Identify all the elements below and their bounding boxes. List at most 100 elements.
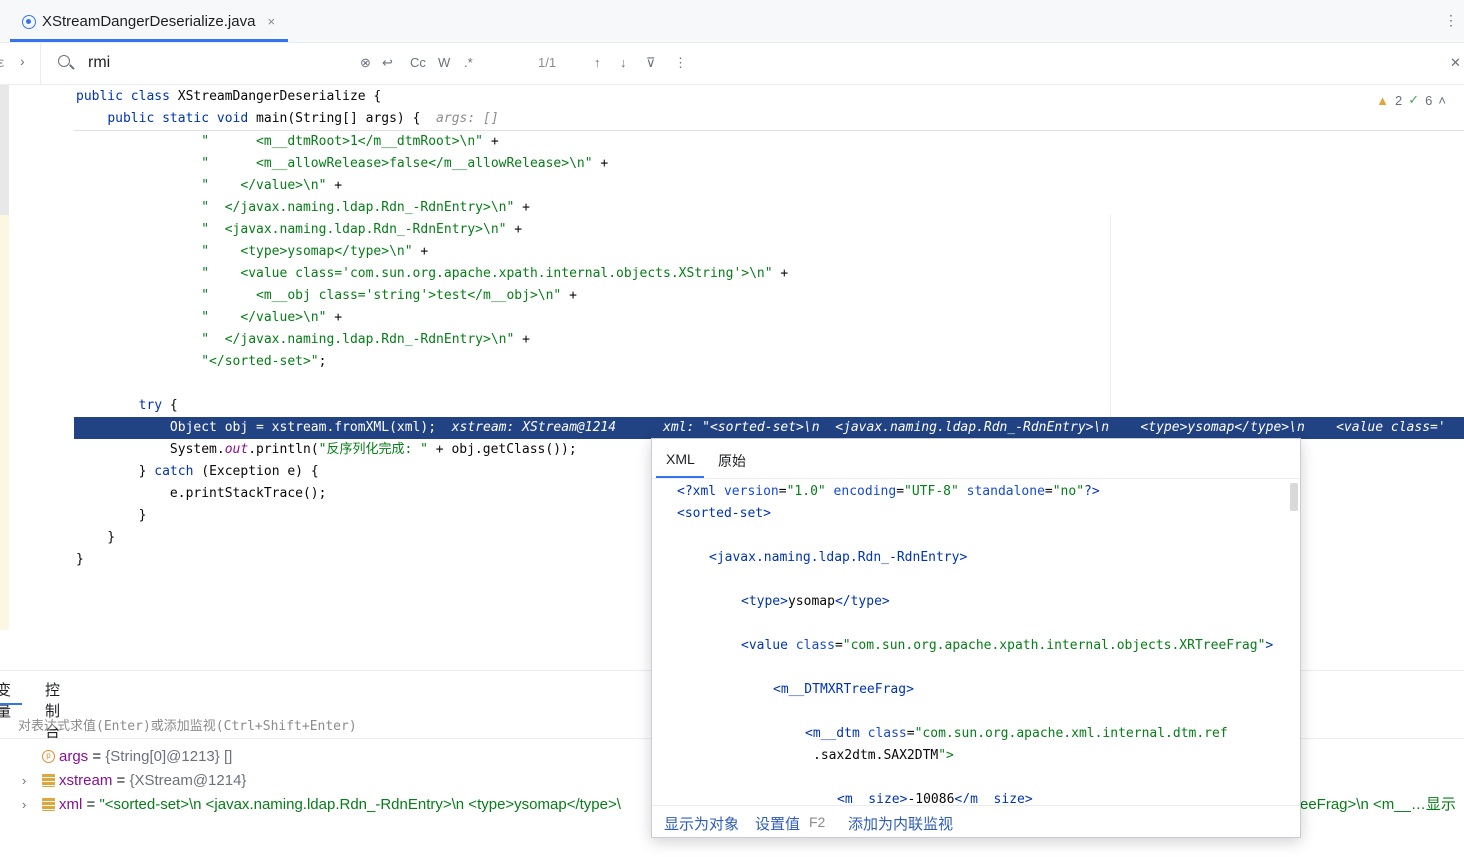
code-line[interactable]: 86 xyxy=(74,373,1464,395)
code-text: public class XStreamDangerDeserialize { xyxy=(76,89,382,104)
active-tab-indicator xyxy=(10,39,288,42)
variable-value: {XStream@1214} xyxy=(129,772,247,789)
expand-chevron-icon[interactable]: › xyxy=(22,769,26,793)
tab-more-icon[interactable]: ⋮ xyxy=(1444,12,1458,29)
code-text: } xyxy=(76,530,116,545)
code-line[interactable]: 78 " </javax.naming.ldap.Rdn_-RdnEntry>\… xyxy=(74,197,1464,219)
code-line[interactable]: 87 try { xyxy=(74,395,1464,417)
code-line[interactable]: 85 "</sorted-set>"; xyxy=(74,351,1464,373)
regex-toggle[interactable]: .* xyxy=(464,55,473,70)
variable-row-xml-tail: eeFrag>\n <m__…显示 xyxy=(1300,793,1464,817)
variable-value: {String[0]@1213} [] xyxy=(105,748,233,765)
code-line[interactable]: 75 " <m__dtmRoot>1</m__dtmRoot>\n" + xyxy=(74,131,1464,153)
java-class-icon xyxy=(22,14,36,29)
field-icon xyxy=(42,774,55,787)
code-text: " </javax.naming.ldap.Rdn_-RdnEntry>\n" … xyxy=(201,332,530,347)
clear-search-icon[interactable]: ⊗ xyxy=(360,55,371,71)
find-bar: ε › rmi ⊗ ↩ Cc W .* 1/1 ↑ ↓ ⊽ ⋮ ✕ xyxy=(0,43,1464,85)
field-icon xyxy=(42,798,55,811)
code-line[interactable]: 6 public class XStreamDangerDeserialize { xyxy=(74,86,1464,108)
check-count: 6 xyxy=(1425,92,1433,108)
code-text: " </value>\n" + xyxy=(201,178,343,193)
editor-gutter xyxy=(0,85,74,630)
code-text: " </javax.naming.ldap.Rdn_-RdnEntry>\n" … xyxy=(201,200,530,215)
variable-row-args[interactable]: p args = {String[0]@1213} [] xyxy=(0,745,651,769)
inspection-widget[interactable]: ▲ 2 ✓ 6 ˄ xyxy=(1376,92,1446,108)
code-line[interactable]: 80 " <type>ysomap</type>\n" + xyxy=(74,241,1464,263)
tab-raw[interactable]: 原始 xyxy=(718,451,746,471)
code-text: " <m__dtmRoot>1</m__dtmRoot>\n" + xyxy=(201,134,499,149)
code-text: Object obj = xstream.fromXML(xml); xstre… xyxy=(74,417,1464,439)
popup-scrollbar[interactable] xyxy=(1290,483,1298,511)
find-options-icon[interactable]: ⋮ xyxy=(674,55,687,71)
sticky-header-divider xyxy=(74,130,1464,131)
variable-name: xstream xyxy=(59,772,113,789)
code-text: "</sorted-set>"; xyxy=(201,354,327,369)
expand-chevron-icon[interactable]: › xyxy=(22,793,26,817)
whole-words-toggle[interactable]: W xyxy=(438,55,450,70)
variable-value: "<sorted-set>\n <javax.naming.ldap.Rdn_-… xyxy=(99,796,621,813)
sticky-header: 6 public class XStreamDangerDeserialize {… xyxy=(74,85,1464,131)
code-text: " <type>ysomap</type>\n" + xyxy=(201,244,429,259)
code-line[interactable]: 7 public static void main(String[] args)… xyxy=(74,108,1464,130)
match-count: 1/1 xyxy=(538,55,557,70)
xml-line: .sax2dtm.SAX2DTM"> xyxy=(813,748,954,763)
code-text: public static void main(String[] args) {… xyxy=(107,111,499,126)
variable-equals: = xyxy=(82,796,100,813)
code-line[interactable]: 81 " <value class='com.sun.org.apache.xp… xyxy=(74,263,1464,285)
xml-line: <type>ysomap</type> xyxy=(741,594,890,609)
variable-row-xstream[interactable]: › xstream = {XStream@1214} xyxy=(0,769,651,793)
set-value-link[interactable]: 设置值 xyxy=(755,813,800,834)
code-line[interactable]: 84 " </javax.naming.ldap.Rdn_-RdnEntry>\… xyxy=(74,329,1464,351)
warning-count: 2 xyxy=(1395,92,1403,108)
match-case-toggle[interactable]: Cc xyxy=(410,55,426,70)
xml-line: <m__DTMXRTreeFrag> xyxy=(773,682,914,697)
find-edge-fragment: ε xyxy=(0,54,5,70)
search-input[interactable]: rmi xyxy=(88,54,110,72)
code-line[interactable]: 83 " </value>\n" + xyxy=(74,307,1464,329)
code-text: " </value>\n" + xyxy=(201,310,343,325)
variable-row-xml[interactable]: › xml = "<sorted-set>\n <javax.naming.ld… xyxy=(0,793,651,817)
xml-line: <m__size>-10086</m__size> xyxy=(837,792,1033,803)
code-text: " <value class='com.sun.org.apache.xpath… xyxy=(201,266,789,281)
xml-line: <sorted-set> xyxy=(677,506,771,521)
xml-line: <value class="com.sun.org.apache.xpath.i… xyxy=(741,638,1274,653)
new-line-icon[interactable]: ↩ xyxy=(382,55,393,71)
code-line[interactable]: 76 " <m__allowRelease>false</m__allowRel… xyxy=(74,153,1464,175)
variable-name: xml xyxy=(59,796,83,813)
code-text: " <javax.naming.ldap.Rdn_-RdnEntry>\n" + xyxy=(201,222,523,237)
code-line-current[interactable]: Object obj = xstream.fromXML(xml); xstre… xyxy=(74,417,1464,439)
next-occurrence-icon[interactable]: ↓ xyxy=(620,55,627,70)
variable-equals: = xyxy=(88,748,106,765)
tab-xml[interactable]: XML xyxy=(666,451,695,467)
code-text: " <m__allowRelease>false</m__allowReleas… xyxy=(201,156,609,171)
file-tab[interactable]: XStreamDangerDeserialize.java × xyxy=(10,0,288,43)
code-line[interactable]: 82 " <m__obj class='string'>test</m__obj… xyxy=(74,285,1464,307)
file-tab-title: XStreamDangerDeserialize.java xyxy=(42,13,256,30)
add-inline-watch-link[interactable]: 添加为内联监视 xyxy=(848,813,953,834)
code-text: " <m__obj class='string'>test</m__obj>\n… xyxy=(201,288,577,303)
find-bar-divider xyxy=(40,43,41,85)
expand-replace-icon[interactable]: › xyxy=(20,53,25,69)
xml-line: <m__dtm class="com.sun.org.apache.xml.in… xyxy=(805,726,1228,741)
previous-occurrence-icon[interactable]: ↑ xyxy=(594,55,601,70)
editor-tab-bar: XStreamDangerDeserialize.java × ⋮ xyxy=(0,0,1464,43)
inline-debug-hint: args: [] xyxy=(420,111,499,126)
filter-icon[interactable]: ⊽ xyxy=(646,55,656,71)
collapse-icon[interactable]: ˄ xyxy=(1438,93,1446,108)
code-text: } catch (Exception e) { xyxy=(76,464,319,479)
search-icon[interactable] xyxy=(58,55,70,67)
close-find-icon[interactable]: ✕ xyxy=(1450,55,1461,71)
warning-icon: ▲ xyxy=(1376,92,1390,108)
xml-viewer[interactable]: <?xml version="1.0" encoding="UTF-8" sta… xyxy=(652,481,1288,803)
value-viewer-popup: XML 原始 <?xml version="1.0" encoding="UTF… xyxy=(651,438,1301,838)
variable-name: args xyxy=(59,748,89,765)
code-line[interactable]: 79 " <javax.naming.ldap.Rdn_-RdnEntry>\n… xyxy=(74,219,1464,241)
show-as-object-link[interactable]: 显示为对象 xyxy=(664,813,739,834)
code-line[interactable]: 77 " </value>\n" + xyxy=(74,175,1464,197)
close-tab-icon[interactable]: × xyxy=(267,14,275,29)
xml-line: <javax.naming.ldap.Rdn_-RdnEntry> xyxy=(709,550,968,565)
variable-equals: = xyxy=(112,772,130,789)
evaluate-placeholder: 对表达式求值(Enter)或添加监视(Ctrl+Shift+Enter) xyxy=(18,719,357,734)
popup-footer: 显示为对象 设置值 F2 添加为内联监视 xyxy=(652,805,1300,837)
